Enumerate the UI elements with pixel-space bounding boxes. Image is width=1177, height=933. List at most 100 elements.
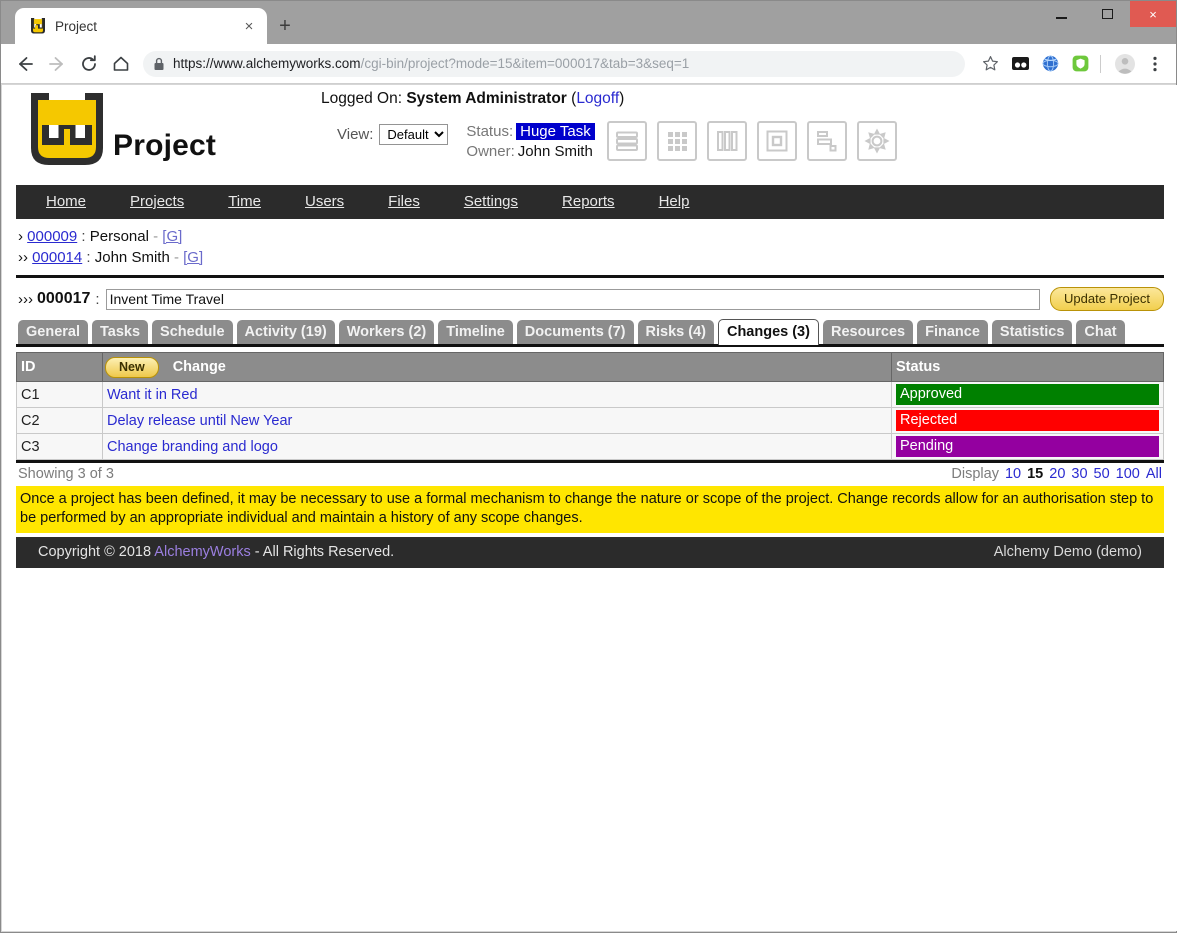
tab-workers[interactable]: Workers (2) <box>338 320 435 344</box>
tab-risks[interactable]: Risks (4) <box>637 320 714 344</box>
logoff-link[interactable]: Logoff <box>576 90 619 107</box>
browser-menu-icon[interactable] <box>1142 51 1168 77</box>
reload-button[interactable] <box>73 48 105 80</box>
tab-chat[interactable]: Chat <box>1076 320 1125 344</box>
window-close-button[interactable]: × <box>1130 1 1176 27</box>
breadcrumb-id-link[interactable]: 000014 <box>32 249 82 266</box>
extension-blackbox-icon[interactable] <box>1007 51 1033 77</box>
project-chevron: ››› <box>18 290 33 308</box>
brand-link[interactable]: AlchemyWorks <box>154 544 250 560</box>
grid-view-icon[interactable] <box>656 121 697 161</box>
nav-item-reports[interactable]: Reports <box>540 185 637 219</box>
tab-changes[interactable]: Changes (3) <box>717 319 819 345</box>
bookmark-star-icon[interactable] <box>977 51 1003 77</box>
project-separator: : <box>95 290 100 308</box>
nav-item-users[interactable]: Users <box>283 185 366 219</box>
display-option-10[interactable]: 10 <box>1005 466 1021 482</box>
forward-button[interactable] <box>41 48 73 80</box>
display-option-50[interactable]: 50 <box>1094 466 1110 482</box>
nav-item-time[interactable]: Time <box>206 185 283 219</box>
list-view-icon[interactable] <box>606 121 647 161</box>
change-link[interactable]: Change branding and logo <box>107 439 278 455</box>
site-logo[interactable]: Project <box>27 91 216 169</box>
cell-change: Change branding and logo <box>102 433 892 460</box>
url-origin: https://www.alchemyworks.com <box>173 56 361 71</box>
display-option-30[interactable]: 30 <box>1071 466 1087 482</box>
display-options: Display 10 15 20 30 50 100 All <box>951 466 1162 482</box>
browser-titlebar: Project × + × <box>1 1 1176 44</box>
home-button[interactable] <box>105 48 137 80</box>
column-view-icon[interactable] <box>706 121 747 161</box>
column-header-change-label[interactable]: Change <box>173 359 226 375</box>
nav-item-settings[interactable]: Settings <box>442 185 540 219</box>
breadcrumb-group-link[interactable]: [G] <box>162 228 182 245</box>
tab-resources[interactable]: Resources <box>822 320 914 344</box>
table-row[interactable]: C1 Want it in Red Approved <box>16 381 1164 408</box>
status-owner-block: Status: Huge Task Owner: John Smith <box>466 122 595 162</box>
avatar[interactable] <box>1112 51 1138 77</box>
project-name-input[interactable] <box>105 288 1040 310</box>
table-row[interactable]: C2 Delay release until New Year Rejected <box>16 407 1164 434</box>
new-change-button[interactable]: New <box>105 356 159 378</box>
info-banner: Once a project has been defined, it may … <box>16 486 1164 533</box>
new-tab-button[interactable]: + <box>273 15 297 39</box>
tab-documents[interactable]: Documents (7) <box>516 320 634 344</box>
tab-general[interactable]: General <box>18 320 88 344</box>
breadcrumb-item: › 000009 : Personal - [G] <box>18 226 1164 247</box>
tab-activity[interactable]: Activity (19) <box>236 320 335 344</box>
tab-timeline[interactable]: Timeline <box>438 320 513 344</box>
nav-item-files[interactable]: Files <box>366 185 442 219</box>
display-option-20[interactable]: 20 <box>1049 466 1065 482</box>
project-id: 000017 <box>37 290 91 307</box>
window-minimize-button[interactable] <box>1038 1 1084 27</box>
cell-change: Delay release until New Year <box>102 407 892 434</box>
url-path: /cgi-bin/project?mode=15&item=000017&tab… <box>360 56 690 71</box>
breadcrumb-separator: : <box>81 228 86 245</box>
display-option-15[interactable]: 15 <box>1027 466 1043 482</box>
view-icon-bar <box>606 121 907 161</box>
display-option-all[interactable]: All <box>1146 466 1162 482</box>
view-select[interactable]: Default <box>379 124 449 145</box>
status-label: Status: <box>466 123 514 140</box>
address-bar[interactable]: https://www.alchemyworks.com/cgi-bin/pro… <box>143 50 965 77</box>
table-header-row: ID New Change Status <box>16 352 1164 382</box>
breadcrumb-group-link[interactable]: [G] <box>183 249 203 266</box>
status-badge: Huge Task <box>516 123 595 140</box>
display-label: Display <box>951 466 999 482</box>
table-footer: Showing 3 of 3 Display 10 15 20 30 50 100 All <box>16 463 1164 486</box>
change-link[interactable]: Want it in Red <box>107 387 198 403</box>
extension-shield-icon[interactable] <box>1067 51 1093 77</box>
status-badge: Pending <box>896 436 1159 457</box>
close-tab-icon[interactable]: × <box>239 16 259 36</box>
tab-statistics[interactable]: Statistics <box>991 320 1073 344</box>
nav-item-help[interactable]: Help <box>637 185 712 219</box>
nav-item-home[interactable]: Home <box>16 185 108 219</box>
back-button[interactable] <box>9 48 41 80</box>
breadcrumb-name: Personal <box>89 228 149 245</box>
column-header-status[interactable]: Status <box>891 352 1164 382</box>
gantt-view-icon[interactable] <box>806 121 847 161</box>
extension-globe-icon[interactable] <box>1037 51 1063 77</box>
change-link[interactable]: Delay release until New Year <box>107 413 292 429</box>
tab-finance[interactable]: Finance <box>917 320 988 344</box>
tab-tasks[interactable]: Tasks <box>92 320 149 344</box>
column-header-change: New Change <box>102 352 892 382</box>
settings-gear-icon[interactable] <box>856 121 897 161</box>
breadcrumb-dash: - <box>173 249 179 266</box>
box-view-icon[interactable] <box>756 121 797 161</box>
window-maximize-button[interactable] <box>1084 1 1130 27</box>
browser-tab[interactable]: Project × <box>15 8 267 44</box>
breadcrumb-id-link[interactable]: 000009 <box>27 228 77 245</box>
cell-status: Rejected <box>891 407 1164 434</box>
display-option-100[interactable]: 100 <box>1116 466 1140 482</box>
table-row[interactable]: C3 Change branding and logo Pending <box>16 433 1164 460</box>
owner-value: John Smith <box>517 143 593 160</box>
nav-item-projects[interactable]: Projects <box>108 185 206 219</box>
breadcrumb: › 000009 : Personal - [G] ›› 000014 : Jo… <box>16 219 1164 278</box>
browser-window: Project × + × https://www.alchemyworks.c… <box>0 0 1177 933</box>
column-header-id[interactable]: ID <box>16 352 103 382</box>
tab-schedule[interactable]: Schedule <box>152 320 233 344</box>
logoff-paren-close: ) <box>619 90 625 107</box>
update-project-button[interactable]: Update Project <box>1050 287 1164 311</box>
copyright-post: - All Rights Reserved. <box>254 544 395 560</box>
